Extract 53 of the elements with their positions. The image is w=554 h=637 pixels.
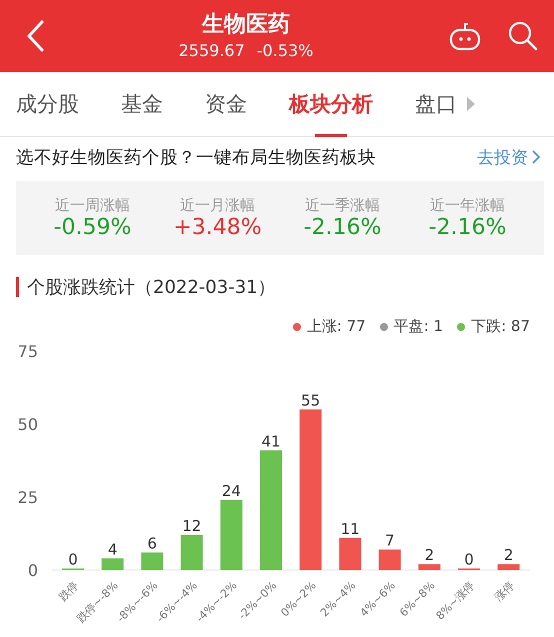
bar-value: 2: [504, 546, 514, 564]
stat-label: 近一周涨幅: [55, 196, 130, 215]
bar-value: 0: [464, 550, 474, 568]
stat-value: -0.59%: [54, 215, 132, 240]
bar-value: 55: [301, 391, 320, 410]
bar: [220, 500, 242, 570]
robot-icon[interactable]: [448, 21, 482, 51]
search-icon[interactable]: [508, 21, 538, 51]
bar-value: 7: [385, 532, 395, 550]
axis-label: 涨停: [492, 578, 517, 604]
axis-label: 跌停: [56, 578, 82, 604]
stat-value: -2.16%: [428, 215, 506, 240]
tab[interactable]: 基金: [121, 72, 163, 136]
section-title: 个股涨跌统计（2022-03-31）: [27, 276, 276, 299]
index-change: -0.53%: [256, 40, 314, 62]
bar-value: 12: [182, 516, 202, 535]
tab[interactable]: 资金: [205, 72, 247, 136]
legend-label: 下跌: 87: [471, 317, 530, 336]
back-icon[interactable]: [26, 20, 44, 52]
legend-label: 平盘: 1: [394, 317, 444, 336]
stat-label: 近一月涨幅: [180, 196, 255, 215]
stat-value: -2.16%: [304, 215, 382, 240]
bar: [180, 534, 203, 570]
bar-value: 24: [222, 482, 241, 500]
bar: [378, 550, 401, 570]
axis-label: 25: [18, 488, 38, 507]
page-title: 生物医药: [202, 11, 290, 39]
bar-value: 41: [261, 432, 281, 450]
stat-label: 近一季涨幅: [305, 196, 380, 215]
tab[interactable]: 板块分析: [289, 72, 373, 136]
index-value: 2559.67: [178, 40, 245, 62]
bar: [141, 552, 164, 570]
bar: [418, 564, 440, 570]
stat-value: +3.48%: [173, 215, 262, 240]
axis-label: 50: [18, 415, 38, 434]
bar-value: 0: [68, 550, 78, 568]
bar-value: 11: [340, 520, 360, 538]
section-marker: [16, 277, 19, 297]
promo-text: 选不好生物医药个股？一键布局生物医药板块: [16, 147, 376, 169]
bar: [102, 558, 124, 570]
bar: [498, 564, 520, 570]
bar: [339, 538, 362, 570]
bar-value: 2: [424, 546, 434, 564]
tab[interactable]: 成分股: [16, 72, 79, 136]
tab-indicator: [315, 134, 347, 137]
tab[interactable]: 盘口: [415, 72, 457, 136]
chevron-right-icon: [532, 150, 540, 164]
axis-label: 0: [28, 561, 38, 580]
legend-label: 上涨: 77: [306, 317, 366, 336]
bar-value: 6: [147, 534, 157, 552]
axis-label: 75: [18, 342, 38, 361]
stat-label: 近一年涨幅: [430, 196, 505, 215]
bar-value: 4: [108, 540, 118, 558]
